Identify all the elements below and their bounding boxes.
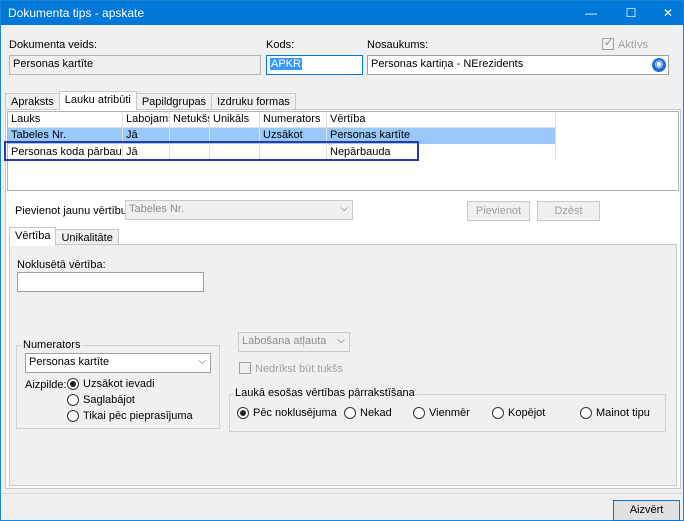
numerator-group-title: Numerators [21, 339, 83, 351]
col-header-netukss[interactable]: Netukšs [170, 112, 210, 128]
tab-vertiba[interactable]: Vērtība [9, 227, 57, 246]
dialog-window: Dokumenta tips - apskate — ☐ ✕ Dokumenta… [0, 0, 684, 521]
overwrite-radio-always[interactable]: Vienmēr [413, 407, 470, 419]
name-label: Nosaukums: [367, 39, 429, 51]
radio-dot [580, 407, 592, 419]
grid-header: Lauks Labojams Netukšs Unikāls Numerator… [8, 112, 556, 128]
default-value-input[interactable] [17, 272, 204, 292]
col-header-lauks[interactable]: Lauks [8, 112, 123, 128]
chevron-down-icon: ⌵ [198, 356, 206, 367]
fill-radio-on-start[interactable]: Uzsākot ievadi [67, 378, 155, 390]
radio-dot [413, 407, 425, 419]
col-header-numerators[interactable]: Numerators [260, 112, 327, 128]
active-label: Aktīvs [618, 39, 648, 51]
code-value: APKR [270, 58, 302, 70]
name-field[interactable]: Personas kartiņa - NErezidents [367, 55, 669, 75]
overwrite-radio-never[interactable]: Nekad [344, 407, 392, 419]
edit-permission-value: Labošana atļauta [242, 335, 327, 347]
radio-label: Tikai pēc pieprasījuma [83, 410, 193, 422]
overwrite-radio-default[interactable]: Pēc noklusējuma [237, 407, 337, 419]
not-empty-checkbox[interactable] [239, 362, 251, 374]
close-button[interactable]: Aizvērt [613, 500, 680, 521]
add-value-select[interactable]: Tabeles Nr. ⌵ [125, 200, 353, 220]
chevron-down-icon: ⌵ [337, 335, 345, 346]
name-value: Personas kartiņa - NErezidents [371, 58, 524, 70]
title-bar[interactable]: Dokumenta tips - apskate — ☐ ✕ [1, 1, 683, 25]
overwrite-group-title: Laukā esošas vērtības pārrakstīšana [233, 387, 417, 399]
doc-type-label: Dokumenta veids: [9, 39, 98, 51]
doc-type-field[interactable]: Personas kartīte [9, 55, 261, 75]
fill-radio-on-request[interactable]: Tikai pēc pieprasījuma [67, 410, 193, 422]
footer-divider [1, 493, 683, 494]
col-header-unikals[interactable]: Unikāls [210, 112, 260, 128]
main-tabs: Apraksts Lauku atribūti Papildgrupas Izd… [5, 91, 296, 110]
numerator-select-value: Personas kartīte [29, 356, 110, 368]
tab-lauku-atributi[interactable]: Lauku atribūti [58, 91, 137, 110]
radio-dot [67, 394, 79, 406]
fill-label: Aizpilde: [25, 379, 67, 391]
radio-label: Saglabājot [83, 394, 135, 406]
radio-dot [237, 407, 249, 419]
code-field[interactable]: APKR [266, 55, 363, 75]
col-header-vertiba[interactable]: Vērtība [327, 112, 556, 128]
active-checkbox[interactable] [602, 36, 614, 50]
radio-label: Uzsākot ievadi [83, 378, 155, 390]
close-window-button[interactable]: ✕ [649, 1, 684, 25]
tab-papildgrupas[interactable]: Papildgrupas [135, 93, 213, 110]
radio-label: Kopējot [508, 407, 546, 419]
radio-dot [67, 410, 79, 422]
numerator-select[interactable]: Personas kartīte ⌵ [25, 353, 211, 373]
radio-dot [492, 407, 504, 419]
radio-label: Pēc noklusējuma [253, 407, 337, 419]
radio-dot [344, 407, 356, 419]
default-value-label: Noklusētā vērtība: [17, 259, 106, 271]
tab-izdruku-formas[interactable]: Izdruku formas [211, 93, 296, 110]
radio-label: Nekad [360, 407, 392, 419]
not-empty-label: Nedrīkst būt tukšs [255, 363, 344, 375]
highlight-box [4, 141, 419, 161]
overwrite-radio-type-change[interactable]: Mainot tipu [580, 407, 650, 419]
chevron-down-icon: ⌵ [340, 203, 348, 214]
delete-value-button[interactable]: Dzēst [537, 201, 600, 221]
maximize-button[interactable]: ☐ [612, 1, 650, 25]
minimize-button[interactable]: — [572, 1, 610, 25]
language-globe-icon[interactable]: ◉ [652, 58, 666, 72]
edit-permission-select[interactable]: Labošana atļauta ⌵ [238, 332, 350, 352]
window-title: Dokumenta tips - apskate [8, 6, 145, 20]
radio-label: Vienmēr [429, 407, 470, 419]
add-value-placeholder: Tabeles Nr. [129, 203, 185, 215]
overwrite-radio-copy[interactable]: Kopējot [492, 407, 545, 419]
add-value-label: Pievienot jaunu vērtību: [15, 205, 130, 217]
col-header-labojams[interactable]: Labojams [123, 112, 170, 128]
code-label: Kods: [266, 39, 295, 51]
radio-label: Mainot tipu [596, 407, 650, 419]
tab-apraksts[interactable]: Apraksts [5, 93, 60, 110]
add-value-button[interactable]: Pievienot [467, 201, 530, 221]
fill-radio-on-save[interactable]: Saglabājot [67, 394, 135, 406]
radio-dot [67, 378, 79, 390]
